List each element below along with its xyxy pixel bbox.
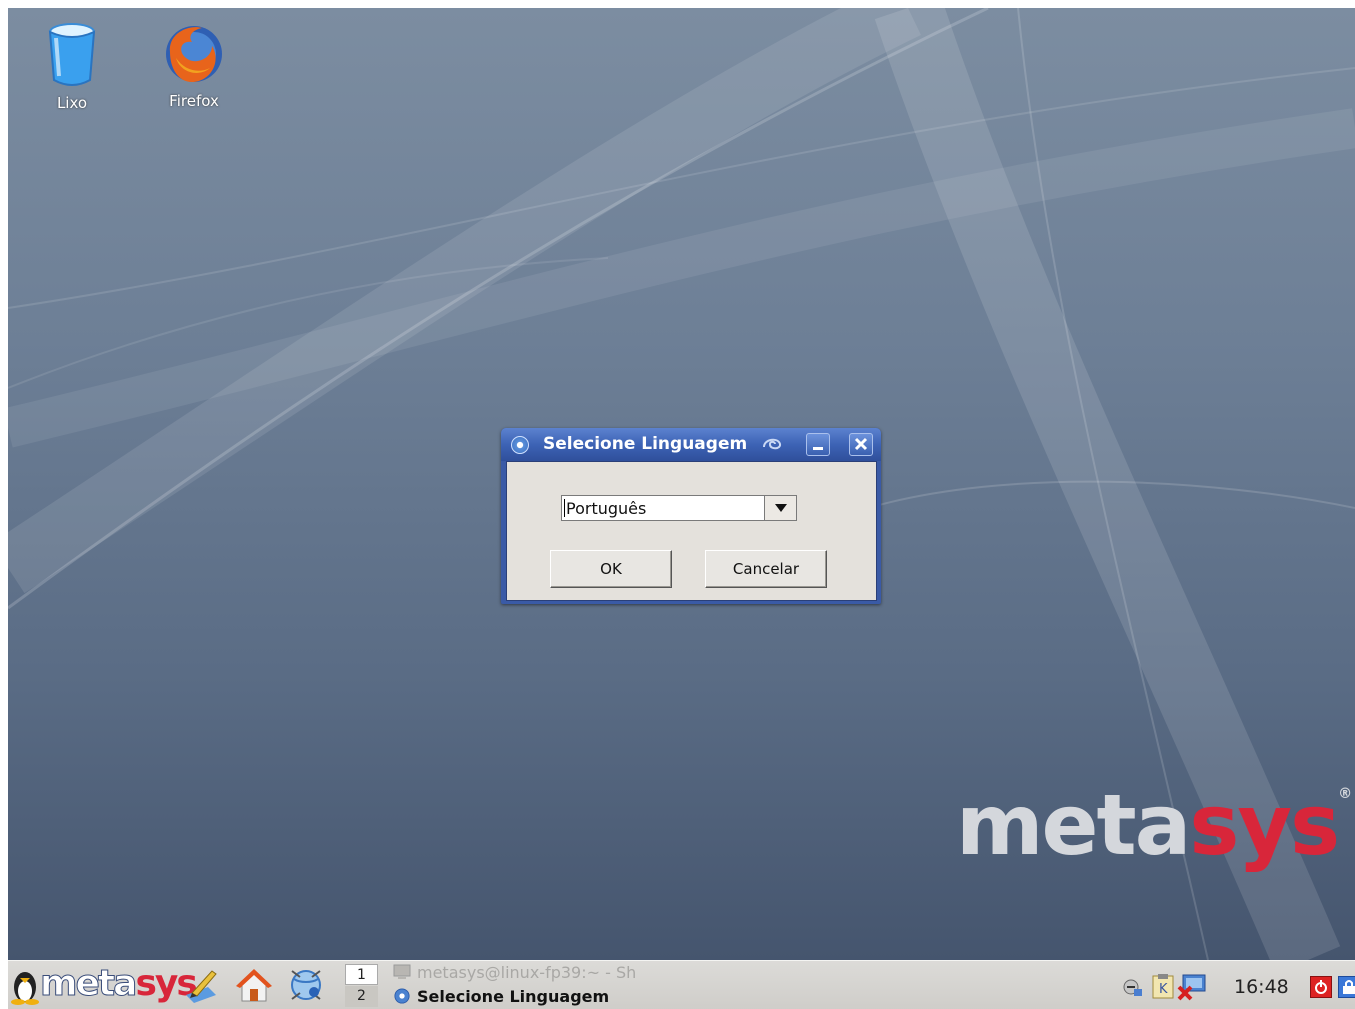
screen: Lixo Firefox metasys® Selecione Linguage… [8,8,1355,1009]
quicklaunch-home[interactable] [234,965,274,1005]
workspace-1[interactable]: 1 [345,964,378,985]
task-terminal[interactable]: metasys@linux-fp39:~ - Sh [393,963,693,985]
task-label: Selecione Linguagem [417,987,610,1006]
logo-sys-text: sys [1189,776,1340,874]
ok-button[interactable]: OK [550,550,672,588]
workspace-2[interactable]: 2 [345,986,378,1007]
dialog-titlebar[interactable]: Selecione Linguagem [501,428,881,461]
chevron-down-icon [775,504,787,512]
desktop-icon-label: Firefox [169,92,219,110]
lock-screen-icon[interactable] [1122,975,1144,999]
start-menu-button[interactable]: metasys [10,963,198,1005]
text-caret [564,499,565,517]
dropdown-button[interactable] [764,496,796,520]
shade-icon[interactable] [761,435,783,453]
cancel-button[interactable]: Cancelar [705,550,827,588]
minimize-icon [813,447,823,450]
quicklaunch-browser[interactable] [286,965,326,1005]
terminal-icon [393,964,411,979]
trash-icon [48,23,96,86]
system-tray: K [1122,971,1212,1003]
klipper-icon[interactable]: K [1151,973,1175,999]
firefox-icon [166,26,222,82]
desktop-icon-label: Lixo [56,94,88,112]
close-button[interactable] [849,433,873,456]
quicklaunch-editor[interactable] [182,965,222,1005]
network-disconnected-icon[interactable] [1177,971,1207,1001]
logo-registered-mark: ® [1338,786,1352,802]
konqueror-icon [291,970,321,1000]
metasys-logo: metasys® [956,776,1352,874]
desktop[interactable]: Lixo Firefox metasys® Selecione Linguage… [8,8,1355,960]
task-label: metasys@linux-fp39:~ - Sh [417,963,637,982]
task-language-dialog[interactable]: Selecione Linguagem [393,987,693,1009]
text-editor-icon [186,970,217,1003]
lock-session-icon[interactable] [1338,976,1355,998]
home-icon [236,969,272,1002]
desktop-icon-trash[interactable]: Lixo [32,22,112,112]
svg-text:K: K [1159,982,1168,997]
start-brand: metasys [39,963,197,1005]
logo-meta-text: meta [956,776,1191,874]
taskbar: metasys 1 2 metasys@linux-fp39:~ - Sh Se… [8,960,1355,1009]
clock[interactable]: 16:48 [1234,976,1289,998]
dialog-app-icon [394,988,410,1004]
start-brand-meta: meta [39,963,137,1005]
desktop-icon-firefox[interactable]: Firefox [154,22,234,110]
language-dialog: Selecione Linguagem Português OK Cancela… [501,428,881,604]
task-list: metasys@linux-fp39:~ - Sh Selecione Ling… [393,961,693,1009]
dialog-body: Português OK Cancelar [506,461,877,601]
language-select[interactable]: Português [561,495,797,521]
language-select-value: Português [566,499,647,518]
logout-icon[interactable] [1310,976,1332,998]
close-icon [854,437,868,451]
dialog-title: Selecione Linguagem [543,434,748,454]
tux-icon [11,972,39,1005]
workspace-pager: 1 2 [345,964,378,1008]
minimize-button[interactable] [806,433,830,456]
dialog-app-icon[interactable] [511,436,529,454]
